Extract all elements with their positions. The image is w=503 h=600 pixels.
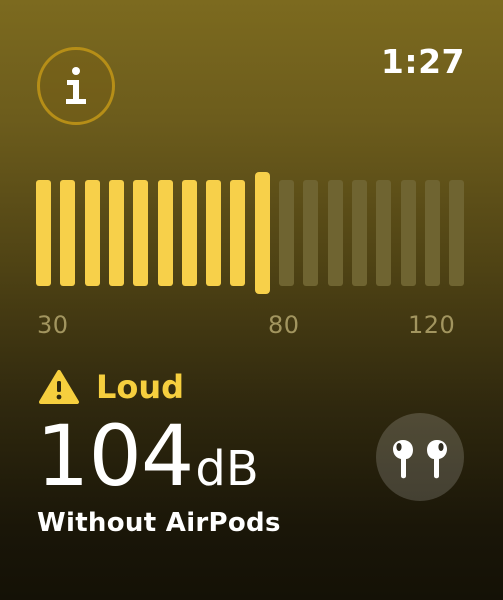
noise-status-label: Loud <box>96 368 185 406</box>
airpods-button[interactable] <box>376 413 464 501</box>
airpods-icon <box>389 432 451 482</box>
noise-level-meter <box>36 172 466 294</box>
noise-status: Loud <box>38 368 184 406</box>
meter-bar <box>376 180 392 286</box>
meter-bar <box>84 180 100 286</box>
meter-bar <box>449 180 465 286</box>
meter-bar <box>36 180 51 286</box>
meter-bar <box>157 180 173 286</box>
meter-bar <box>108 180 124 286</box>
decibel-value: 104 <box>36 407 194 505</box>
warning-icon <box>38 369 80 405</box>
measurement-source: Without AirPods <box>37 508 281 538</box>
clock-time: 1:27 <box>380 42 465 81</box>
meter-bar <box>230 180 246 286</box>
meter-bar <box>279 180 294 286</box>
meter-bar <box>181 180 197 286</box>
meter-bar <box>303 180 319 286</box>
decibel-unit: dB <box>195 441 259 497</box>
meter-bar <box>424 180 440 286</box>
meter-tick-mid: 80 <box>268 311 300 339</box>
meter-bar <box>327 180 343 286</box>
meter-bar <box>400 180 416 286</box>
meter-bar <box>60 180 76 286</box>
meter-bar <box>206 180 222 286</box>
info-icon <box>59 66 93 106</box>
meter-tick-min: 30 <box>37 311 69 339</box>
info-button[interactable] <box>37 47 115 125</box>
meter-bar-current <box>254 172 270 294</box>
meter-bar <box>351 180 367 286</box>
meter-tick-max: 120 <box>408 311 456 339</box>
decibel-reading: 104 dB <box>36 412 259 500</box>
meter-bar <box>133 180 149 286</box>
